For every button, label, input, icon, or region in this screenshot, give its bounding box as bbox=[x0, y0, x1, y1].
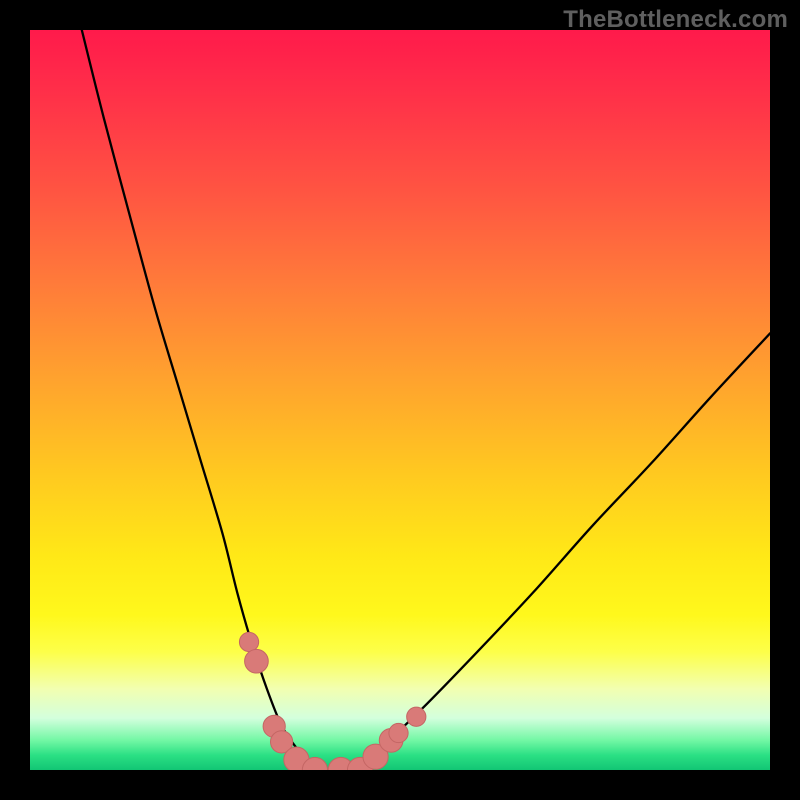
chart-svg bbox=[30, 30, 770, 770]
data-marker bbox=[389, 723, 408, 742]
plot-area bbox=[30, 30, 770, 770]
chart-frame: TheBottleneck.com bbox=[0, 0, 800, 800]
bottleneck-curve bbox=[82, 30, 770, 770]
data-marker bbox=[407, 707, 426, 726]
data-marker bbox=[245, 649, 269, 673]
data-marker bbox=[239, 632, 258, 651]
data-markers bbox=[239, 632, 425, 770]
watermark-text: TheBottleneck.com bbox=[563, 6, 788, 34]
